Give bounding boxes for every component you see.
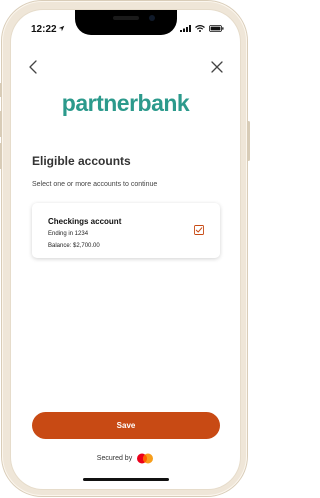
speaker <box>113 16 139 20</box>
account-card[interactable]: Checkings account Ending in 1234 Balance… <box>32 203 220 258</box>
secured-by-footer: Secured by <box>11 453 240 464</box>
battery-icon <box>209 25 224 32</box>
balance-value: $2,700.00 <box>73 243 100 249</box>
location-arrow-icon <box>58 25 65 32</box>
home-indicator[interactable] <box>83 478 169 481</box>
account-name: Checkings account <box>48 217 122 226</box>
phone-side-button <box>0 83 2 97</box>
cellular-signal-icon <box>180 25 191 32</box>
phone-volume-down <box>0 143 2 169</box>
secured-by-label: Secured by <box>96 455 133 462</box>
status-time: 12:22 <box>31 24 57 35</box>
balance-label: Balance: <box>48 243 72 249</box>
mastercard-logo <box>137 453 154 464</box>
partnerbank-logo: partnerbank <box>61 90 190 116</box>
notch <box>75 10 177 35</box>
phone-frame: 12:22 partnerbank Eligible accounts Sele… <box>0 1 250 496</box>
save-button[interactable]: Save <box>32 412 220 439</box>
checkbox-checked-icon[interactable] <box>194 225 204 235</box>
status-icons <box>180 25 224 32</box>
wifi-icon <box>195 25 205 32</box>
chevron-left-icon[interactable] <box>27 58 41 76</box>
account-balance: Balance: $2,700.00 <box>48 243 100 249</box>
app-screen: 12:22 partnerbank Eligible accounts Sele… <box>11 10 240 489</box>
page-subtitle: Select one or more accounts to continue <box>32 181 158 188</box>
account-ending: Ending in 1234 <box>48 231 89 237</box>
phone-volume-up <box>0 111 2 137</box>
close-icon[interactable] <box>209 59 225 75</box>
front-camera <box>149 15 155 21</box>
phone-power-button <box>247 121 250 161</box>
page-title: Eligible accounts <box>32 154 131 168</box>
